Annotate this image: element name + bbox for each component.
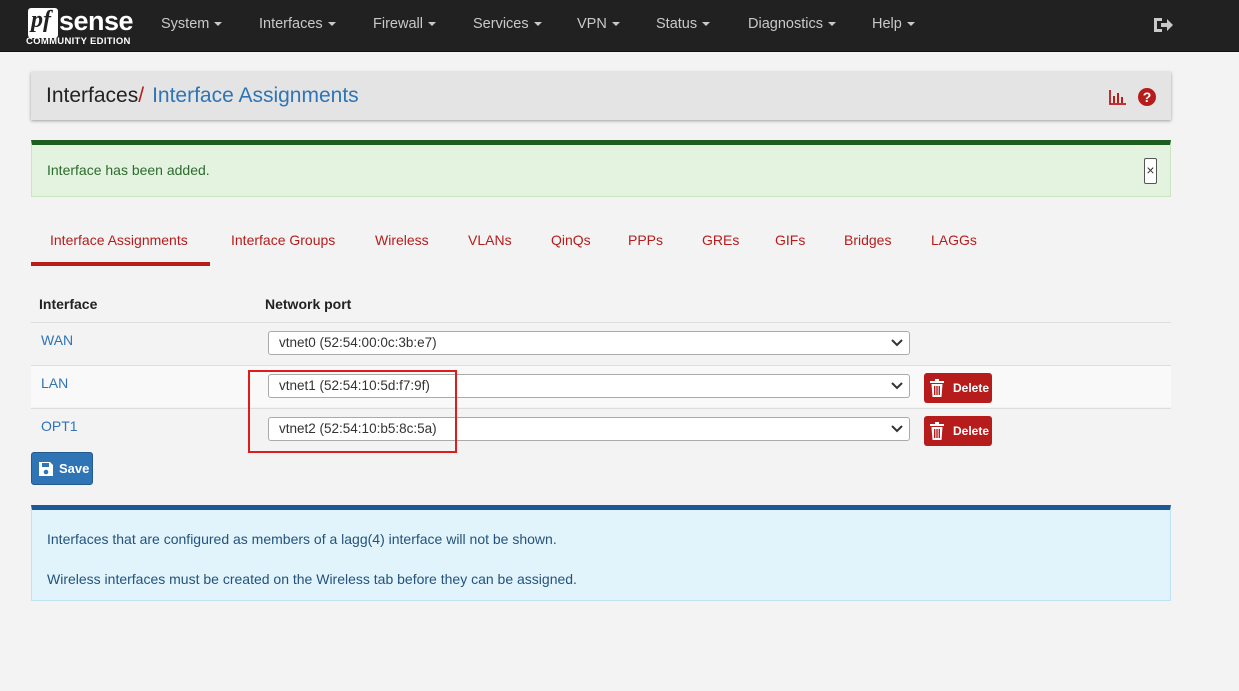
help-icon[interactable]: ? [1138, 88, 1156, 106]
interface-link-opt1[interactable]: OPT1 [41, 418, 78, 434]
highlight-annotation-box [248, 370, 457, 453]
table-row: OPT1 vtnet2 (52:54:10:b5:8c:5a) Delete [31, 408, 1171, 450]
delete-button-opt1[interactable]: Delete [924, 416, 992, 446]
save-button[interactable]: Save [31, 452, 93, 485]
interface-link-wan[interactable]: WAN [41, 332, 73, 348]
caret-down-icon [827, 22, 836, 27]
caret-down-icon [906, 22, 915, 27]
caret-down-icon [533, 22, 542, 27]
breadcrumb-parent[interactable]: Interfaces [46, 84, 138, 107]
active-tab-indicator [31, 262, 210, 266]
trash-icon [930, 379, 944, 397]
tab-ppps[interactable]: PPPs [628, 232, 663, 248]
menu-system[interactable]: System [161, 16, 223, 32]
caret-down-icon [611, 22, 620, 27]
info-line-lagg: Interfaces that are configured as member… [47, 531, 557, 547]
logo-edition-text: COMMUNITY EDITION [26, 36, 131, 47]
tab-gifs[interactable]: GIFs [775, 232, 805, 248]
header-network-port: Network port [265, 296, 352, 312]
tab-vlans[interactable]: VLANs [468, 232, 512, 248]
page-title: Interfaces/ Interface Assignments [46, 84, 359, 108]
top-navbar: pf sense COMMUNITY EDITION System Interf… [0, 0, 1239, 52]
success-alert: Interface has been added. × [31, 140, 1171, 197]
caret-down-icon [702, 22, 711, 27]
close-icon[interactable]: × [1144, 158, 1157, 184]
menu-status[interactable]: Status [656, 16, 711, 32]
trash-icon [930, 422, 944, 440]
logout-icon[interactable] [1152, 14, 1174, 36]
menu-interfaces[interactable]: Interfaces [259, 16, 336, 32]
delete-button-lan[interactable]: Delete [924, 373, 992, 403]
caret-down-icon [327, 22, 336, 27]
header-interface: Interface [39, 296, 98, 312]
table-row: LAN vtnet1 (52:54:10:5d:f7:9f) Delete [31, 365, 1171, 407]
breadcrumb: Interfaces/ Interface Assignments ? [31, 72, 1171, 120]
chevron-down-icon [891, 382, 903, 390]
interface-link-lan[interactable]: LAN [41, 375, 68, 391]
menu-vpn[interactable]: VPN [577, 16, 620, 32]
menu-firewall[interactable]: Firewall [373, 16, 436, 32]
network-port-select-wan[interactable]: vtnet0 (52:54:00:0c:3b:e7) [268, 331, 910, 355]
save-disk-icon [39, 462, 53, 476]
bar-chart-icon[interactable] [1109, 89, 1127, 105]
interface-tabs: Interface Assignments Interface Groups W… [31, 220, 1171, 266]
breadcrumb-current[interactable]: Interface Assignments [152, 84, 359, 107]
pfsense-logo[interactable]: pf sense COMMUNITY EDITION [26, 6, 136, 48]
tab-gres[interactable]: GREs [702, 232, 739, 248]
table-row: WAN vtnet0 (52:54:00:0c:3b:e7) [31, 322, 1171, 364]
success-message: Interface has been added. [47, 162, 210, 178]
caret-down-icon [427, 22, 436, 27]
tab-wireless[interactable]: Wireless [375, 232, 429, 248]
chevron-down-icon [891, 339, 903, 347]
chevron-down-icon [891, 425, 903, 433]
info-line-wireless: Wireless interfaces must be created on t… [47, 571, 577, 587]
menu-services[interactable]: Services [473, 16, 542, 32]
breadcrumb-separator: / [138, 84, 145, 107]
logo-sense-text: sense [59, 6, 134, 36]
logo-pf-block: pf [28, 7, 58, 38]
tab-interface-groups[interactable]: Interface Groups [231, 232, 335, 248]
caret-down-icon [214, 22, 223, 27]
tab-interface-assignments[interactable]: Interface Assignments [50, 232, 188, 248]
menu-diagnostics[interactable]: Diagnostics [748, 16, 836, 32]
tab-bridges[interactable]: Bridges [844, 232, 891, 248]
menu-help[interactable]: Help [872, 16, 915, 32]
info-alert: Interfaces that are configured as member… [31, 505, 1171, 601]
tab-laggs[interactable]: LAGGs [931, 232, 977, 248]
tab-qinqs[interactable]: QinQs [551, 232, 591, 248]
